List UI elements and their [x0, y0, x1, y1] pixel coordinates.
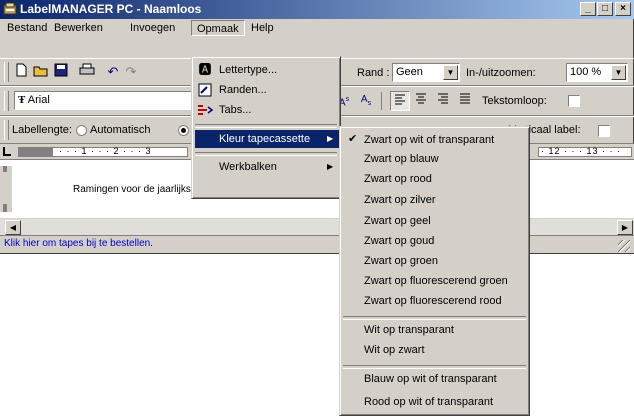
menu-item-tabs[interactable]: Tabs...: [195, 101, 339, 119]
submenu-arrow-icon: ▶: [327, 134, 334, 143]
menu-bar: Bestand Bewerken Invoegen Opmaak Help: [0, 19, 634, 37]
status-text[interactable]: Klik hier om tapes bij te bestellen.: [4, 238, 153, 249]
menu-bewerken[interactable]: Bewerken: [49, 20, 108, 36]
resize-grip-icon[interactable]: [618, 240, 630, 252]
color-option[interactable]: Zwart op rood: [343, 170, 528, 188]
labellengte-label: Labellengte:: [12, 124, 72, 136]
align-left-icon[interactable]: [390, 91, 410, 111]
save-icon[interactable]: [52, 63, 70, 81]
toolbar-grip: [4, 91, 9, 111]
menu-item-lettertype[interactable]: 🅰 Lettertype...: [195, 61, 339, 79]
horizontal-scrollbar[interactable]: ◀ ▶: [0, 218, 634, 235]
align-right-icon[interactable]: [434, 91, 452, 109]
color-option[interactable]: Wit op zwart: [343, 341, 528, 359]
color-option[interactable]: Zwart op geel: [343, 212, 528, 230]
opmaak-menu: 🅰 Lettertype... Randen... Tabs... Kleur …: [191, 56, 341, 199]
title-bar[interactable]: LabelMANAGER PC - Naamloos: [0, 0, 634, 19]
menu-item-randen[interactable]: Randen...: [195, 81, 339, 99]
tekstomloop-label: Tekstomloop:: [482, 95, 547, 107]
color-option[interactable]: Zwart op groen: [343, 252, 528, 270]
font-select[interactable]: Ŧ Arial: [14, 91, 194, 110]
font-icon: 🅰: [198, 62, 212, 77]
menu-opmaak[interactable]: Opmaak: [191, 20, 245, 36]
tabs-icon: [198, 105, 213, 115]
color-option[interactable]: Zwart op zilver: [343, 191, 528, 209]
color-option[interactable]: Zwart op wit of transparant: [343, 131, 528, 149]
color-option[interactable]: Zwart op fluorescerend rood: [343, 292, 528, 310]
align-center-icon[interactable]: [412, 91, 430, 109]
automatisch-radio[interactable]: [76, 125, 87, 136]
verticaal-checkbox[interactable]: [598, 125, 610, 137]
rand-select[interactable]: Geen ▼: [392, 63, 460, 82]
fixed-length-radio[interactable]: [178, 125, 189, 136]
scroll-right-icon[interactable]: ▶: [617, 220, 633, 235]
truetype-icon: Ŧ: [18, 94, 26, 106]
menu-bestand[interactable]: Bestand: [2, 20, 52, 36]
vertical-ruler: [0, 166, 12, 212]
menu-help[interactable]: Help: [246, 20, 279, 36]
maximize-button[interactable]: □: [597, 2, 613, 16]
app-icon: [3, 2, 17, 15]
tab-stop-icon[interactable]: [3, 147, 11, 156]
open-folder-icon[interactable]: [32, 63, 50, 81]
close-button[interactable]: ×: [615, 2, 631, 16]
minimize-button[interactable]: _: [580, 2, 596, 16]
subscript-icon[interactable]: As: [357, 91, 375, 109]
status-bar: Klik hier om tapes bij te bestellen.: [0, 235, 634, 253]
zoom-label: In-/uitzoomen:: [466, 67, 536, 79]
menu-item-kleur-tapecassette[interactable]: Kleur tapecassette ▶: [195, 130, 339, 148]
menu-item-werkbalken[interactable]: Werkbalken ▶: [195, 158, 339, 176]
toolbar-grip: [4, 62, 9, 82]
window-title: LabelMANAGER PC - Naamloos: [20, 2, 202, 16]
rand-label: Rand :: [357, 67, 390, 79]
ruler-marks-right: · 12 · · · 13 · · ·: [541, 146, 622, 156]
ruler-marks-left: · · · 1 · · · 2 · · · 3: [59, 146, 152, 156]
color-option[interactable]: Rood op wit of transparant: [343, 393, 528, 411]
redo-icon[interactable]: ↷: [122, 63, 140, 81]
undo-icon[interactable]: ↶: [104, 63, 122, 81]
color-option[interactable]: Wit op transparant: [343, 321, 528, 339]
automatisch-label: Automatisch: [90, 124, 151, 136]
tekstomloop-checkbox[interactable]: [568, 95, 580, 107]
menu-invoegen[interactable]: Invoegen: [125, 20, 180, 36]
chevron-down-icon[interactable]: ▼: [611, 65, 626, 80]
border-icon: [198, 83, 212, 97]
color-option[interactable]: Blauw op wit of transparant: [343, 370, 528, 388]
color-option[interactable]: Zwart op fluorescerend groen: [343, 272, 528, 290]
new-file-icon[interactable]: [12, 63, 30, 81]
submenu-arrow-icon: ▶: [327, 162, 334, 171]
kleur-tapecassette-submenu: ✔ Zwart op wit of transparant Zwart op b…: [339, 126, 530, 416]
justify-icon[interactable]: [456, 91, 474, 109]
print-icon[interactable]: [78, 63, 96, 81]
toolbar-grip: [4, 120, 9, 140]
scroll-left-icon[interactable]: ◀: [5, 220, 21, 235]
zoom-select[interactable]: 100 % ▼: [566, 63, 628, 82]
chevron-down-icon[interactable]: ▼: [443, 65, 458, 80]
color-option[interactable]: Zwart op blauw: [343, 150, 528, 168]
color-option[interactable]: Zwart op goud: [343, 232, 528, 250]
